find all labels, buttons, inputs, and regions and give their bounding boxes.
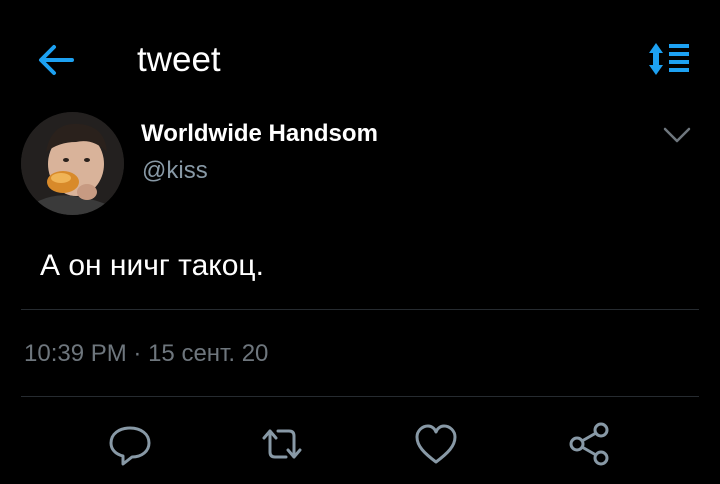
tweet-text: А он ничг такоц. [40,249,264,282]
retweet-icon[interactable] [258,420,306,468]
sort-list-icon[interactable] [648,41,690,77]
tweet-time: 10:39 PM [24,340,127,367]
author-handle[interactable]: @kiss [142,156,208,186]
arrow-left-icon[interactable] [36,40,76,80]
chevron-down-icon[interactable] [660,122,694,148]
share-icon[interactable] [565,420,613,468]
meta-separator: · [133,340,142,367]
divider [21,309,699,310]
like-icon[interactable] [412,420,460,468]
reply-icon[interactable] [106,420,154,468]
avatar[interactable] [21,112,124,215]
divider [21,396,699,397]
tweet-date: 15 сент. 20 [148,340,269,367]
page-title: tweet [137,40,221,79]
author-name[interactable]: Worldwide Handsom [141,119,378,149]
top-bar: tweet [0,0,720,118]
tweet-timestamp: 10:39 PM · 15 сент. 20 [24,338,268,370]
